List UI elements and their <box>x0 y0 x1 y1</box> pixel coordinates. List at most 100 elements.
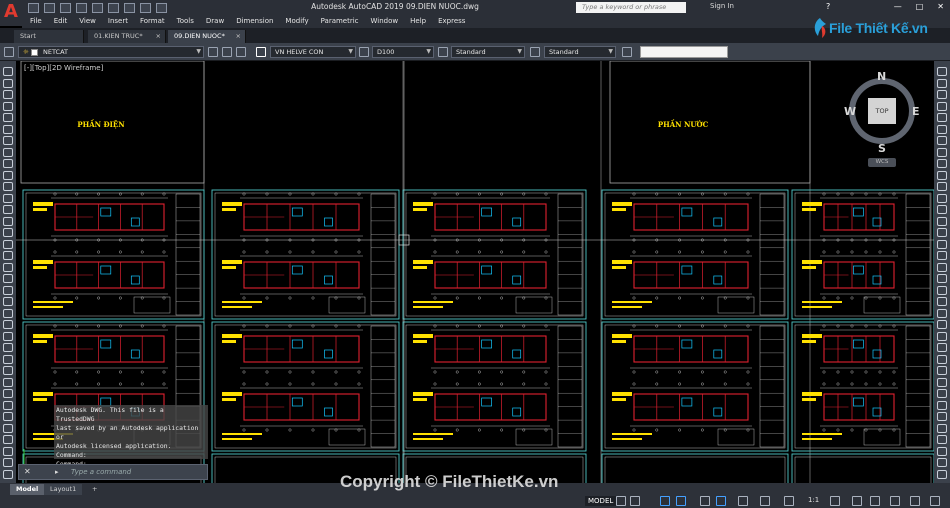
viewport-controls[interactable]: [-][Top][2D Wireframe] <box>24 64 103 72</box>
menu-parametric[interactable]: Parametric <box>321 15 359 28</box>
layer-previous-icon[interactable] <box>222 47 232 57</box>
autocad-logo-icon[interactable]: A <box>0 0 22 26</box>
revcloud-icon[interactable] <box>937 458 947 467</box>
multileader-style-icon[interactable] <box>530 47 540 57</box>
make-current-icon[interactable] <box>208 47 218 57</box>
line-icon[interactable] <box>937 389 947 398</box>
table-style-dropdown[interactable]: Standard ▼ <box>451 46 525 58</box>
command-prompt-icon[interactable]: ▸ <box>55 468 59 476</box>
help-icon[interactable]: ? <box>826 2 830 11</box>
copy-icon[interactable] <box>3 297 13 306</box>
array-icon[interactable] <box>937 193 947 203</box>
menu-format[interactable]: Format <box>140 15 165 28</box>
compass-north[interactable]: N <box>877 70 886 83</box>
erase-icon[interactable] <box>937 228 947 237</box>
menu-dimension[interactable]: Dimension <box>236 15 273 28</box>
polygon-icon[interactable] <box>937 446 947 456</box>
ortho-icon[interactable] <box>660 496 670 506</box>
compass-east[interactable]: E <box>912 105 920 118</box>
orbit-icon[interactable] <box>937 377 947 387</box>
lengthen-icon[interactable] <box>3 469 13 479</box>
object-snap-tracking-icon[interactable] <box>716 496 726 506</box>
fillet-icon[interactable] <box>937 170 947 180</box>
text-style-dropdown[interactable]: VN HELVE CON ▼ <box>270 46 356 58</box>
break-icon[interactable] <box>937 251 947 260</box>
menu-insert[interactable]: Insert <box>108 15 128 28</box>
blank-input[interactable] <box>640 46 728 58</box>
trim-icon[interactable] <box>3 354 13 364</box>
zoom-icon[interactable] <box>937 354 947 364</box>
gradient-icon[interactable] <box>3 228 13 237</box>
search-input[interactable]: Type a keyword or phrase <box>576 2 686 13</box>
menu-view[interactable]: View <box>79 15 96 28</box>
region-icon[interactable] <box>3 239 13 249</box>
print-icon[interactable] <box>108 2 119 13</box>
dim-style-dropdown[interactable]: D100 ▼ <box>372 46 434 58</box>
redo-icon[interactable] <box>140 2 151 13</box>
add-selected-icon[interactable] <box>937 67 947 76</box>
undo-icon[interactable] <box>124 2 135 13</box>
isometric-icon[interactable] <box>700 496 710 506</box>
offset-icon[interactable] <box>3 412 13 421</box>
rotate-icon[interactable] <box>937 113 947 122</box>
command-input[interactable]: Type a command <box>71 468 131 476</box>
revcloud-icon[interactable] <box>3 136 13 145</box>
wcs-menu[interactable]: WCS <box>868 158 896 167</box>
polyline-icon[interactable] <box>937 400 947 410</box>
stretch-icon[interactable] <box>937 101 947 111</box>
tab-dien-nuoc[interactable]: 09.DIEN NUOC* × <box>168 30 246 43</box>
lengthen-icon[interactable] <box>937 262 947 272</box>
arc-icon[interactable] <box>3 101 13 111</box>
point-icon[interactable] <box>3 205 13 214</box>
join-icon[interactable] <box>3 446 13 456</box>
menu-tools[interactable]: Tools <box>177 15 194 28</box>
grid-icon[interactable] <box>616 496 626 506</box>
layer-properties-icon[interactable] <box>4 47 14 57</box>
ellipse-icon[interactable] <box>3 159 13 168</box>
stretch-icon[interactable] <box>3 308 13 318</box>
save-icon[interactable] <box>60 2 71 13</box>
trim-icon[interactable] <box>937 147 947 157</box>
break-icon[interactable] <box>3 458 13 467</box>
snap-icon[interactable] <box>630 496 640 506</box>
spline-icon[interactable] <box>3 147 13 157</box>
pan-icon[interactable] <box>937 366 947 375</box>
pick-icon[interactable] <box>622 47 632 57</box>
polar-icon[interactable] <box>676 496 686 506</box>
clean-screen-icon[interactable] <box>910 496 920 506</box>
menu-modify[interactable]: Modify <box>285 15 308 28</box>
arc-icon[interactable] <box>937 423 947 433</box>
plus-icon[interactable] <box>852 496 862 506</box>
erase-icon[interactable] <box>3 435 13 444</box>
maximize-icon[interactable]: □ <box>916 2 924 11</box>
minimize-icon[interactable]: — <box>894 2 902 11</box>
open-icon[interactable] <box>44 2 55 13</box>
mirror-icon[interactable] <box>3 331 13 341</box>
spline-icon[interactable] <box>937 469 947 479</box>
add-layout-button[interactable]: + <box>86 484 103 495</box>
fillet-icon[interactable] <box>3 377 13 387</box>
auto-scale-icon[interactable] <box>784 496 794 506</box>
rotate-icon[interactable] <box>3 320 13 329</box>
tab-start[interactable]: Start <box>14 30 84 43</box>
compass-west[interactable]: W <box>844 105 856 118</box>
dim-style-icon[interactable] <box>359 47 369 57</box>
hide-icon[interactable] <box>937 343 947 352</box>
model-space-toggle[interactable]: MODEL <box>585 496 617 506</box>
viewcube[interactable]: N S E W TOP WCS <box>842 70 922 170</box>
circle-icon[interactable] <box>937 412 947 421</box>
explode-icon[interactable] <box>937 216 947 226</box>
customization-icon[interactable] <box>930 496 940 506</box>
scale-icon[interactable] <box>937 136 947 145</box>
tab-model[interactable]: Model <box>10 484 45 495</box>
polygon-icon[interactable] <box>3 124 13 134</box>
share-icon[interactable] <box>156 2 167 13</box>
copy-icon[interactable] <box>937 90 947 99</box>
sign-in-button[interactable]: Sign In <box>710 2 734 10</box>
close-icon[interactable]: ✕ <box>937 2 944 11</box>
close-icon[interactable]: × <box>156 30 161 43</box>
layer-off-icon[interactable] <box>937 308 947 318</box>
table-icon[interactable] <box>3 251 13 260</box>
extend-icon[interactable] <box>3 366 13 375</box>
close-icon[interactable]: × <box>236 30 241 43</box>
